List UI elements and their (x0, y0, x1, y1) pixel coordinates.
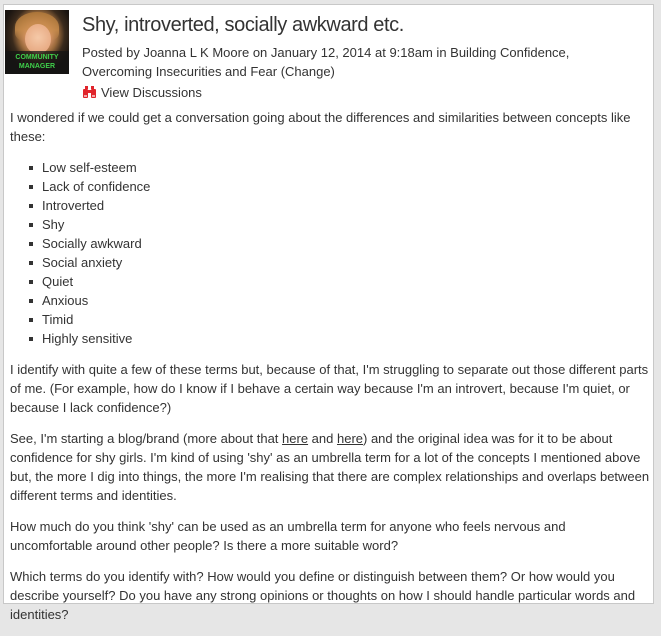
list-item: Social anxiety (29, 253, 650, 272)
list-item: Timid (29, 310, 650, 329)
concept-list: Low self-esteem Lack of confidence Intro… (10, 158, 650, 348)
here-link-2[interactable]: here (337, 431, 363, 446)
list-item: Lack of confidence (29, 177, 650, 196)
meta-prefix: Posted by (82, 45, 144, 60)
community-manager-badge: Community Manager (5, 51, 69, 74)
paragraph-questions: Which terms do you identify with? How wo… (10, 569, 636, 622)
p2-text-a: See, I'm starting a blog/brand (more abo… (10, 431, 283, 446)
meta-in: in (432, 45, 451, 60)
list-item: Introverted (29, 196, 650, 215)
here-link-1[interactable]: here (282, 431, 308, 446)
intro-paragraph: I wondered if we could get a conversatio… (10, 110, 631, 144)
meta-time: 9:18am (389, 45, 433, 60)
paragraph-blog: See, I'm starting a blog/brand (more abo… (10, 429, 650, 505)
post-header: Community Manager Shy, introverted, soci… (3, 5, 643, 100)
meta-author: Joanna L K Moore (143, 45, 250, 60)
list-item: Highly sensitive (29, 329, 650, 348)
meta-at: at (371, 45, 390, 60)
view-discussions-link[interactable]: View Discussions (83, 85, 202, 100)
avatar-face (25, 24, 51, 54)
binoculars-icon (83, 86, 96, 99)
list-item: Quiet (29, 272, 650, 291)
list-item: Anxious (29, 291, 650, 310)
meta-on: on (249, 45, 271, 60)
post-meta: Posted by Joanna L K Moore on January 12… (82, 43, 622, 81)
post-title: Shy, introverted, socially awkward etc. (82, 14, 404, 36)
list-item: Low self-esteem (29, 158, 650, 177)
meta-date: January 12, 2014 (270, 45, 372, 60)
list-item: Socially awkward (29, 234, 650, 253)
p2-text-b: and (308, 431, 337, 446)
list-item: Shy (29, 215, 650, 234)
author-avatar[interactable]: Community Manager (5, 10, 69, 74)
post-body: I wondered if we could get a conversatio… (10, 108, 650, 636)
paragraph-identify: I identify with quite a few of these ter… (10, 362, 649, 415)
view-discussions-label: View Discussions (101, 85, 202, 100)
paragraph-umbrella: How much do you think 'shy' can be used … (10, 519, 566, 553)
